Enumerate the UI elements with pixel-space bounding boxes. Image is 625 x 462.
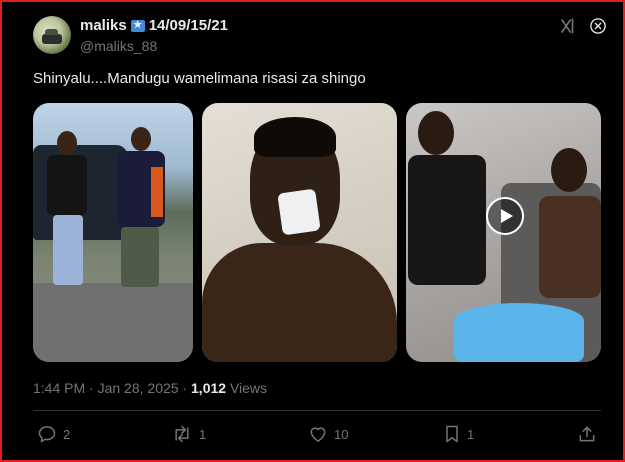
name-row: maliks 14/09/15/21 [80, 17, 228, 34]
reply-button[interactable]: 2 [37, 424, 70, 444]
reply-icon [38, 426, 56, 443]
bandage-shape [277, 188, 321, 236]
divider [33, 410, 601, 411]
repost-count: 1 [199, 426, 207, 442]
repost-icon [175, 425, 189, 443]
like-count: 10 [334, 426, 349, 442]
avatar[interactable] [33, 16, 71, 54]
bookmark-button[interactable]: 1 [443, 424, 474, 444]
like-button[interactable]: 10 [308, 424, 348, 444]
meta-separator: · [89, 380, 94, 396]
caregiver-shape [408, 111, 488, 311]
patient-shape [531, 148, 601, 298]
grok-icon[interactable] [559, 17, 577, 35]
shoulder-shape [202, 243, 397, 362]
hair-shape [254, 117, 336, 157]
user-handle[interactable]: @maliks_88 [80, 38, 157, 54]
more-options-icon[interactable] [589, 17, 607, 35]
post-time[interactable]: 1:44 PM [33, 380, 85, 396]
views-count: 1,012 [191, 380, 227, 396]
person-1-shape [45, 131, 87, 291]
views-label: Views [229, 380, 268, 396]
media-photo-2[interactable] [202, 103, 397, 362]
media-grid [33, 103, 601, 362]
play-icon[interactable] [486, 197, 524, 235]
share-button[interactable] [577, 424, 597, 444]
bookmark-count: 1 [467, 426, 475, 442]
action-bar: 2 1 10 1 [33, 424, 601, 448]
repost-button[interactable]: 1 [171, 424, 206, 444]
meta-separator: · [182, 380, 188, 396]
post-meta: 1:44 PM · Jan 28, 2025 · 1,012 Views [33, 380, 267, 396]
share-icon [579, 426, 595, 442]
basin-shape [454, 303, 584, 362]
post-date[interactable]: Jan 28, 2025 [98, 380, 179, 396]
bookmark-icon [446, 425, 458, 443]
somalia-flag-icon [130, 18, 145, 32]
person-2-shape [111, 127, 171, 307]
display-name[interactable]: maliks [80, 17, 127, 34]
reply-count: 2 [63, 426, 71, 442]
heart-icon [310, 427, 326, 442]
media-photo-1[interactable] [33, 103, 193, 362]
tweet-text: Shinyalu....Mandugu wamelimana risasi za… [33, 70, 366, 87]
media-video-3[interactable] [406, 103, 601, 362]
name-suffix[interactable]: 14/09/15/21 [149, 17, 228, 34]
tweet-header: maliks 14/09/15/21 @maliks_88 [33, 14, 613, 56]
